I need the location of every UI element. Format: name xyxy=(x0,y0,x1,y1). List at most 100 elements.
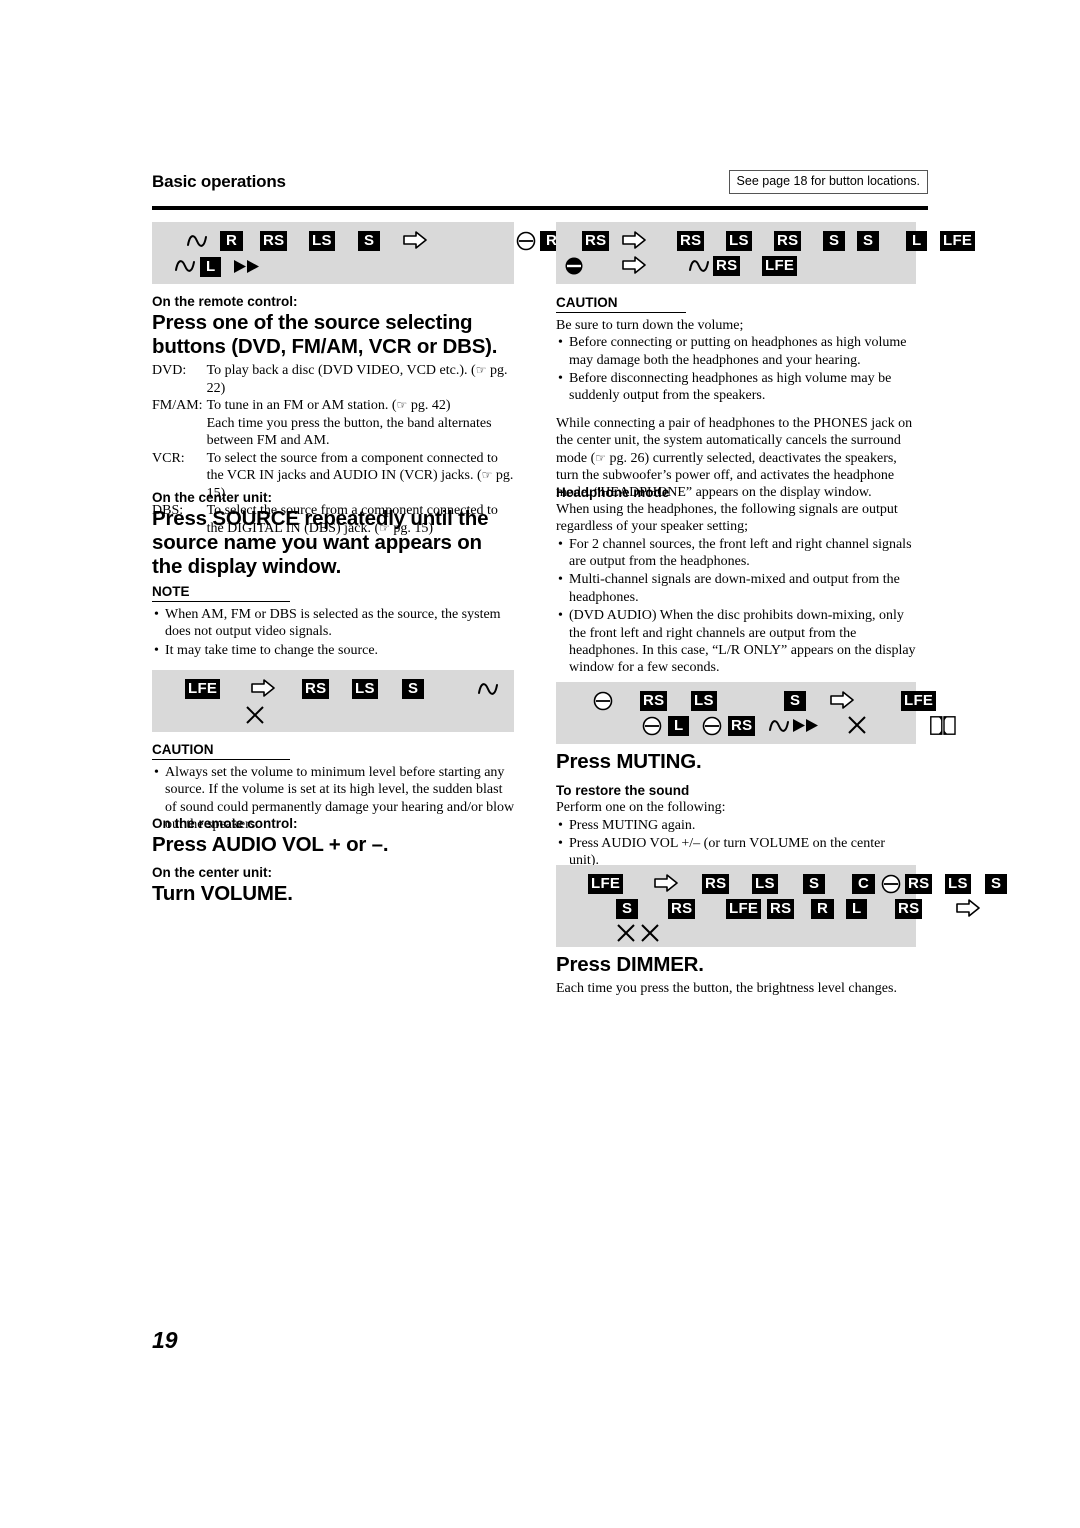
circle-minus-icon xyxy=(516,231,536,251)
note-heading: NOTE xyxy=(152,584,190,599)
glyph-RS: RS xyxy=(728,716,756,736)
glyph-RS: RS xyxy=(260,231,288,251)
caution-heading: CAUTION xyxy=(152,742,214,757)
glyph-RS: RS xyxy=(582,231,610,251)
right-column-headphones: CAUTION Be sure to turn down the volume;… xyxy=(556,294,916,502)
glyph-LFE: LFE xyxy=(726,899,762,919)
glyph-L: L xyxy=(668,716,690,736)
glyph-S: S xyxy=(784,691,807,711)
caution-bullet-list: Before connecting or putting on headphon… xyxy=(556,334,916,404)
arrow-right-icon xyxy=(956,899,980,917)
glyph-S: S xyxy=(985,874,1008,894)
def-text: To tune in an FM or AM station. ( xyxy=(206,398,397,414)
list-item: Press MUTING again. xyxy=(556,817,916,835)
glyph-S: S xyxy=(358,231,381,251)
lead-remote-control: On the remote control: xyxy=(152,816,298,831)
x-cross-icon xyxy=(616,923,636,943)
def-key xyxy=(152,415,207,450)
wave-icon xyxy=(688,258,710,274)
hand-pointer-icon: ☞ xyxy=(595,450,607,465)
glyph-RS: RS xyxy=(677,231,705,251)
button-locations-note: See page 18 for button locations. xyxy=(728,170,928,194)
table-row: Each time you press the button, the band… xyxy=(152,415,517,450)
headphone-mode-heading: Headphone mode xyxy=(556,485,670,500)
arrow-right-icon xyxy=(622,231,646,249)
step-press-dimmer: Press DIMMER. xyxy=(556,953,704,976)
lead-remote-control: On the remote control: xyxy=(152,294,298,309)
def-key: FM/AM: xyxy=(152,398,203,414)
circle-minus-icon xyxy=(642,716,662,736)
glyph-RS: RS xyxy=(668,899,696,919)
glyph-LFE: LFE xyxy=(762,256,798,276)
caution-heading-rule xyxy=(556,312,686,313)
def-tail: ) xyxy=(220,380,226,396)
page-number: 19 xyxy=(152,1327,178,1353)
circle-minus-icon xyxy=(702,716,722,736)
headphone-mode-intro: When using the headphones, the following… xyxy=(556,502,898,535)
circle-minus-filled-icon xyxy=(564,256,584,276)
circle-minus-icon xyxy=(593,691,613,711)
caution-heading-rule xyxy=(152,759,290,760)
page-title: Basic operations xyxy=(152,172,286,191)
step-press-source-repeatedly: Press SOURCE repeatedly until the source… xyxy=(152,507,489,579)
left-column-note: NOTE When AM, FM or DBS is selected as t… xyxy=(152,583,517,660)
right-column-dimmer: Press DIMMER. Each time you press the bu… xyxy=(556,953,916,998)
hand-pointer-icon: ☞ xyxy=(396,398,408,413)
arrow-right-icon xyxy=(654,874,678,892)
list-item: When AM, FM or DBS is selected as the so… xyxy=(152,606,517,641)
wave-icon xyxy=(186,233,208,249)
list-item: It may take time to change the source. xyxy=(152,642,517,660)
step-press-source-buttons: Press one of the source selecting button… xyxy=(152,311,498,359)
page-ref: pg. 42 xyxy=(410,398,446,414)
def-value: To tune in an FM or AM station. (☞ pg. 4… xyxy=(207,397,517,415)
dimmer-body: Each time you press the button, the brig… xyxy=(556,981,897,997)
left-column-center-unit: On the center unit: Press SOURCE repeate… xyxy=(152,490,517,583)
glyph-S: S xyxy=(823,231,846,251)
list-item: (DVD AUDIO) When the disc prohibits down… xyxy=(556,607,916,676)
arrow-right-icon xyxy=(251,679,275,697)
glyph-LFE: LFE xyxy=(588,874,624,894)
glyph-S: S xyxy=(857,231,880,251)
def-text: To play back a disc (DVD VIDEO, VCD etc.… xyxy=(206,363,476,379)
glyph-L: L xyxy=(846,899,868,919)
left-column-volume-steps: On the remote control: Press AUDIO VOL +… xyxy=(152,816,517,909)
glyph-LS: LS xyxy=(726,231,752,251)
step-press-audio-vol: Press AUDIO VOL + or –. xyxy=(152,833,389,856)
glyph-S: S xyxy=(616,899,639,919)
def-value: Each time you press the button, the band… xyxy=(206,415,492,449)
glyph-LS: LS xyxy=(945,874,971,894)
note-bullet-list: When AM, FM or DBS is selected as the so… xyxy=(152,606,517,659)
glyph-L: L xyxy=(906,231,928,251)
caution-heading: CAUTION xyxy=(556,295,618,310)
caution-intro: Be sure to turn down the volume; xyxy=(556,318,744,333)
glyph-LS: LS xyxy=(691,691,717,711)
page-ref: pg. 26 xyxy=(609,450,645,466)
arrow-right-icon xyxy=(403,231,427,249)
def-tail: ) xyxy=(445,398,451,414)
glyph-RS: RS xyxy=(713,256,741,276)
glyph-L: L xyxy=(200,257,222,277)
x-cross-icon xyxy=(640,923,660,943)
glyph-RS: RS xyxy=(640,691,668,711)
list-item: For 2 channel sources, the front left an… xyxy=(556,536,916,571)
glyph-RS: RS xyxy=(302,679,330,699)
glyph-RS: RS xyxy=(895,899,923,919)
right-column-muting: Press MUTING. To restore the sound Perfo… xyxy=(556,750,916,871)
x-cross-icon xyxy=(847,715,867,735)
wave-icon xyxy=(768,718,790,734)
restore-sound-intro: Perform one on the following: xyxy=(556,800,726,816)
restore-sound-heading: To restore the sound xyxy=(556,783,690,799)
list-item: Multi-channel signals are down-mixed and… xyxy=(556,571,916,606)
glyph-RS: RS xyxy=(702,874,730,894)
glyph-R: R xyxy=(220,231,244,251)
glyph-C: C xyxy=(852,874,876,894)
circle-minus-icon xyxy=(881,874,901,894)
headphone-mode-bullet-list: For 2 channel sources, the front left an… xyxy=(556,536,916,677)
x-cross-icon xyxy=(245,705,265,725)
glyph-RS: RS xyxy=(905,874,933,894)
table-row: FM/AM: To tune in an FM or AM station. (… xyxy=(152,397,517,415)
fast-forward-icon xyxy=(234,259,262,274)
right-column-headphone-mode: Headphone mode When using the headphones… xyxy=(556,485,916,678)
fast-forward-icon xyxy=(793,718,821,733)
def-text: To select the source from a component co… xyxy=(206,450,498,484)
